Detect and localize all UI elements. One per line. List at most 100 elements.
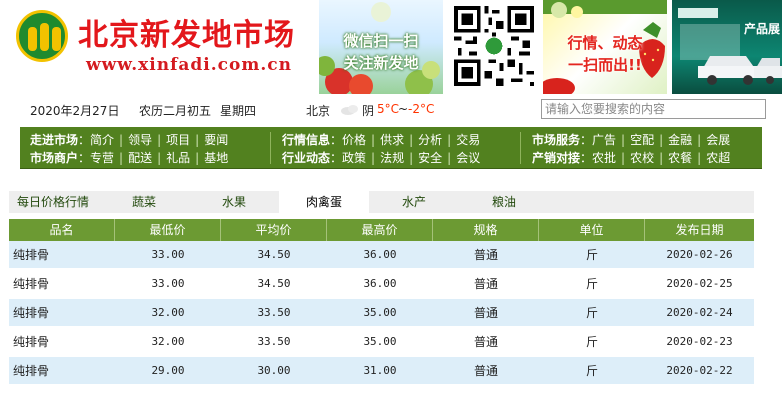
nav-link[interactable]: 礼品	[166, 151, 190, 165]
nav-link[interactable]: 广告	[592, 133, 616, 147]
nav-title: 市场服务	[532, 133, 581, 147]
cell-avg-price: 33.50	[257, 335, 291, 348]
logo-name: 北京新发地市场	[78, 18, 295, 53]
nav-link[interactable]: 配送	[128, 151, 152, 165]
cell-avg-price: 30.00	[257, 364, 291, 377]
cell-max-price: 36.00	[363, 277, 397, 290]
nav-link[interactable]: 农批	[592, 151, 616, 165]
nav-link[interactable]: 安全	[418, 151, 442, 165]
nav-title: 产销对接	[532, 151, 581, 165]
nav-title: 行情信息	[282, 133, 331, 147]
nav-link[interactable]: 基地	[204, 151, 228, 165]
nav-link[interactable]: 会展	[706, 133, 730, 147]
cell-unit: 斤	[585, 248, 598, 262]
qr-code-icon	[452, 4, 536, 88]
col-header-unit: 单位	[539, 219, 645, 241]
nav-link[interactable]: 交易	[456, 133, 480, 147]
weekday: 星期四	[220, 104, 257, 118]
weather-city: 北京	[306, 104, 331, 118]
tab-meat-poultry-eggs[interactable]: 肉禽蛋	[279, 191, 369, 213]
news-scan-banner[interactable]: 行情、动态 一扫而出!!	[543, 0, 667, 94]
nav-link[interactable]: 简介	[90, 133, 114, 147]
current-date: 2020年2月27日	[30, 104, 120, 118]
cell-unit: 斤	[585, 277, 598, 291]
cell-date: 2020-02-26	[666, 248, 733, 261]
news-banner-line1: 行情、动态	[567, 34, 643, 52]
col-header-spec: 规格	[433, 219, 539, 241]
table-row: 纯排骨 33.00 34.50 36.00 普通 斤 2020-02-25	[9, 270, 754, 298]
table-row: 纯排骨 33.00 34.50 36.00 普通 斤 2020-02-26	[9, 241, 754, 269]
cell-name: 纯排骨	[13, 277, 50, 291]
site-logo[interactable]: 北京新发地市场 www.xinfadi.com.cn	[16, 6, 316, 86]
tab-seafood[interactable]: 水产	[379, 191, 449, 213]
nav-block-market: 走进市场：简介 | 领导 | 项目 | 要闻 市场商户：专营 | 配送 | 礼品 | 基地	[20, 127, 268, 169]
nav-link[interactable]: 政策	[342, 151, 366, 165]
cell-avg-price: 34.50	[257, 277, 291, 290]
table-header: 品名 最低价 平均价 最高价 规格 单位 发布日期	[9, 219, 754, 241]
nav-link[interactable]: 供求	[380, 133, 404, 147]
nav-link[interactable]: 会议	[456, 151, 480, 165]
qr-code-banner[interactable]	[443, 0, 543, 94]
search-input[interactable]	[541, 99, 766, 119]
nav-row: 产销对接：农批 | 农校 | 农餐 | 农超	[532, 151, 731, 165]
cell-name: 纯排骨	[13, 335, 50, 349]
wechat-follow-banner[interactable]: 微信扫一扫 关注新发地	[319, 0, 443, 94]
col-header-name: 品名	[9, 219, 115, 241]
cell-unit: 斤	[585, 364, 598, 378]
cell-min-price: 32.00	[151, 335, 185, 348]
weather-condition: 阴	[362, 104, 375, 118]
lunar-date: 农历二月初五	[139, 104, 212, 118]
table-row: 纯排骨 32.00 33.50 35.00 普通 斤 2020-02-24	[9, 299, 754, 327]
nav-title: 市场商户	[30, 151, 79, 165]
wechat-banner-line2: 关注新发地	[343, 54, 419, 72]
cell-spec: 普通	[473, 364, 498, 378]
nav-link[interactable]: 分析	[418, 133, 442, 147]
nav-link[interactable]: 领导	[128, 133, 152, 147]
nav-link[interactable]: 法规	[380, 151, 404, 165]
xinfadi-logo-icon	[16, 10, 68, 62]
nav-link[interactable]: 价格	[342, 133, 366, 147]
cell-max-price: 36.00	[363, 248, 397, 261]
wechat-banner-line1: 微信扫一扫	[343, 32, 419, 50]
cell-avg-price: 34.50	[257, 248, 291, 261]
nav-link[interactable]: 空配	[630, 133, 654, 147]
nav-row: 市场商户：专营 | 配送 | 礼品 | 基地	[30, 151, 229, 165]
cell-min-price: 29.00	[151, 364, 185, 377]
temp-high: 5°C	[377, 102, 400, 116]
nav-link[interactable]: 项目	[166, 133, 190, 147]
nav-link[interactable]: 要闻	[204, 133, 228, 147]
cell-date: 2020-02-23	[666, 335, 733, 348]
nav-link[interactable]: 专营	[90, 151, 114, 165]
cell-date: 2020-02-24	[666, 306, 733, 319]
product-exhibition-banner[interactable]: 产品展	[672, 0, 782, 94]
nav-link[interactable]: 金融	[668, 133, 692, 147]
nav-block-prices: 行情信息：价格 | 供求 | 分析 | 交易 行业动态：政策 | 法规 | 安全 | 会议	[272, 127, 518, 169]
cell-name: 纯排骨	[13, 306, 50, 320]
nav-row: 市场服务：广告 | 空配 | 金融 | 会展	[532, 133, 731, 147]
category-tabs: 每日价格行情 蔬菜 水果 肉禽蛋 水产 粮油	[9, 191, 754, 213]
table-row: 纯排骨 32.00 33.50 35.00 普通 斤 2020-02-23	[9, 328, 754, 356]
col-header-min: 最低价	[115, 219, 221, 241]
nav-link[interactable]: 农超	[706, 151, 730, 165]
tab-grain-oil[interactable]: 粮油	[469, 191, 539, 213]
col-header-max: 最高价	[327, 219, 433, 241]
cell-name: 纯排骨	[13, 248, 50, 262]
cell-max-price: 35.00	[363, 335, 397, 348]
nav-link[interactable]: 农餐	[668, 151, 692, 165]
nav-row: 走进市场：简介 | 领导 | 项目 | 要闻	[30, 133, 229, 147]
cell-name: 纯排骨	[13, 364, 50, 378]
tab-fruits[interactable]: 水果	[199, 191, 269, 213]
nav-divider	[270, 132, 271, 164]
nav-divider	[520, 132, 521, 164]
nav-row: 行情信息：价格 | 供求 | 分析 | 交易	[282, 133, 481, 147]
tab-vegetables[interactable]: 蔬菜	[109, 191, 179, 213]
main-nav: 走进市场：简介 | 领导 | 项目 | 要闻 市场商户：专营 | 配送 | 礼品 | 基地 行情信息：价…	[20, 127, 762, 169]
car-illustration-icon	[678, 8, 782, 85]
col-header-avg: 平均价	[221, 219, 327, 241]
tab-daily-prices[interactable]: 每日价格行情	[17, 191, 117, 213]
nav-link[interactable]: 农校	[630, 151, 654, 165]
cell-date: 2020-02-22	[666, 364, 733, 377]
nav-row: 行业动态：政策 | 法规 | 安全 | 会议	[282, 151, 481, 165]
cell-max-price: 31.00	[363, 364, 397, 377]
cloud-icon	[340, 103, 360, 115]
